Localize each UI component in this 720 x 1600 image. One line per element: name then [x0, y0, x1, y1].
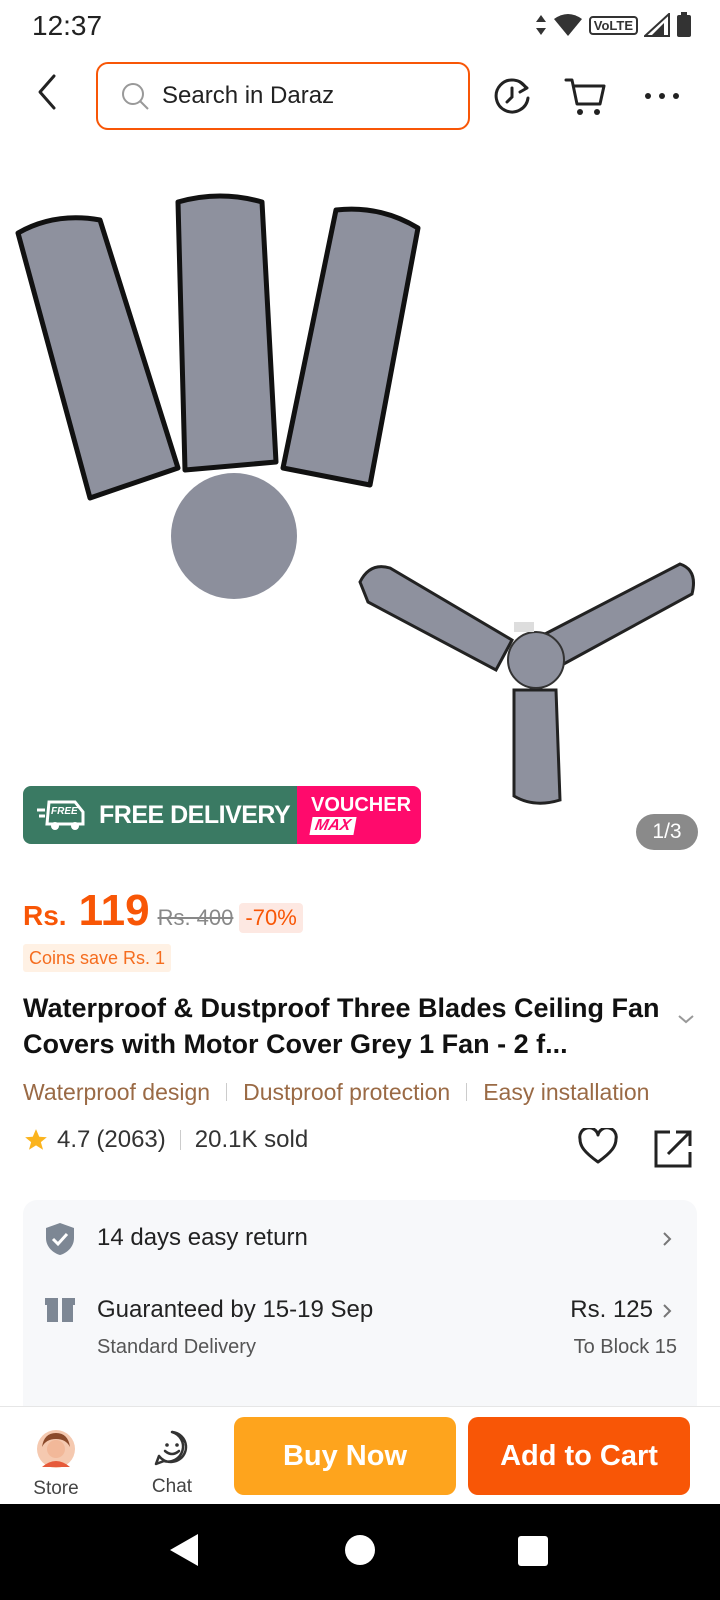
chevron-right-icon	[663, 1304, 672, 1318]
chat-icon	[154, 1430, 188, 1466]
price-currency: Rs.	[23, 900, 67, 931]
delivery-fee: Rs. 125	[570, 1296, 653, 1323]
delivery-type: Standard Delivery	[97, 1336, 256, 1358]
sold-count: 20.1K sold	[194, 1126, 309, 1153]
rating-value: 4.7	[57, 1126, 91, 1153]
chevron-right-icon	[663, 1232, 672, 1246]
status-time: 12:37	[32, 10, 103, 41]
share-icon[interactable]	[652, 1128, 694, 1170]
battery-icon	[677, 12, 691, 37]
divider	[226, 1083, 228, 1101]
heart-icon[interactable]	[578, 1128, 618, 1166]
price-current: 119	[78, 886, 150, 935]
discount-badge: -70%	[239, 903, 303, 933]
fan-cover-illustration	[15, 193, 695, 805]
store-avatar-icon	[37, 1430, 75, 1468]
bottom-action-bar: Store Chat Buy Now Add to Cart	[0, 1406, 720, 1504]
package-icon	[45, 1298, 75, 1322]
coins-save-badge: Coins save Rs. 1	[23, 944, 172, 972]
divider	[179, 1130, 181, 1150]
store-label: Store	[33, 1478, 79, 1499]
back-arrow-icon[interactable]	[28, 72, 68, 112]
buy-now-button[interactable]: Buy Now	[234, 1417, 456, 1495]
volte-badge: VoLTE	[588, 15, 638, 35]
delivery-location: To Block 15	[573, 1336, 677, 1358]
history-icon[interactable]	[490, 74, 534, 118]
voucher-text: VOUCHER	[311, 794, 412, 816]
data-arrows-icon	[535, 15, 546, 35]
voucher-max-text: MAX	[309, 817, 357, 835]
search-input[interactable]: Search in Daraz	[96, 62, 470, 130]
star-icon	[25, 1129, 47, 1150]
free-delivery-badge: FREE FREE DELIVERY	[23, 786, 297, 844]
service-info-card: 14 days easy return Guaranteed by 15-19 …	[23, 1200, 697, 1420]
product-page: 12:37 VoLTE Search in Daraz FREE FREE DE…	[0, 0, 720, 1600]
shield-check-icon	[46, 1223, 74, 1255]
status-bar: 12:37 VoLTE	[0, 0, 720, 52]
feature-item: Waterproof design	[23, 1078, 211, 1105]
voucher-max-badge: VOUCHER MAX	[297, 786, 421, 844]
free-tag-text: FREE	[51, 806, 78, 817]
feature-item: Easy installation	[483, 1078, 650, 1105]
free-delivery-text: FREE DELIVERY	[99, 800, 291, 829]
chevron-down-icon[interactable]	[676, 1012, 696, 1026]
delivery-truck-icon: FREE	[37, 800, 85, 830]
returns-row[interactable]: 14 days easy return	[23, 1200, 697, 1278]
delivery-date: Guaranteed by 15-19 Sep	[97, 1296, 374, 1323]
price-original: Rs. 400	[157, 905, 234, 930]
product-title[interactable]: Waterproof & Dustproof Three Blades Ceil…	[23, 990, 663, 1062]
product-image[interactable]	[0, 150, 720, 860]
nav-recents-icon[interactable]	[518, 1536, 548, 1566]
status-icons: VoLTE	[535, 12, 692, 38]
chat-label: Chat	[151, 1476, 193, 1497]
returns-text: 14 days easy return	[97, 1224, 308, 1251]
price-row: Rs. 119 Rs. 400 -70%	[23, 886, 303, 936]
feature-highlights: Waterproof design Dustproof protection E…	[23, 1075, 720, 1109]
more-options-icon[interactable]	[640, 74, 684, 118]
add-to-cart-button[interactable]: Add to Cart	[468, 1417, 690, 1495]
divider	[466, 1083, 468, 1101]
image-counter: 1/3	[636, 814, 698, 850]
store-button[interactable]: Store	[28, 1429, 84, 1500]
search-icon	[122, 83, 149, 110]
delivery-row[interactable]: Guaranteed by 15-19 Sep Standard Deliver…	[23, 1278, 697, 1368]
cart-icon[interactable]	[564, 74, 608, 118]
wifi-icon	[553, 14, 582, 36]
nav-back-icon[interactable]	[168, 1532, 200, 1568]
chat-button[interactable]: Chat	[144, 1429, 200, 1498]
delivery-voucher-badge: FREE FREE DELIVERY VOUCHER MAX	[23, 786, 421, 844]
review-count: (2063)	[96, 1126, 166, 1153]
signal-icon	[644, 13, 670, 37]
search-placeholder: Search in Daraz	[162, 82, 335, 109]
rating-row[interactable]: 4.7 (2063) 20.1K sold	[23, 1126, 308, 1154]
nav-home-icon[interactable]	[344, 1534, 376, 1566]
feature-item: Dustproof protection	[243, 1078, 451, 1105]
system-navigation-bar	[0, 1504, 720, 1600]
top-bar: Search in Daraz	[0, 58, 720, 138]
